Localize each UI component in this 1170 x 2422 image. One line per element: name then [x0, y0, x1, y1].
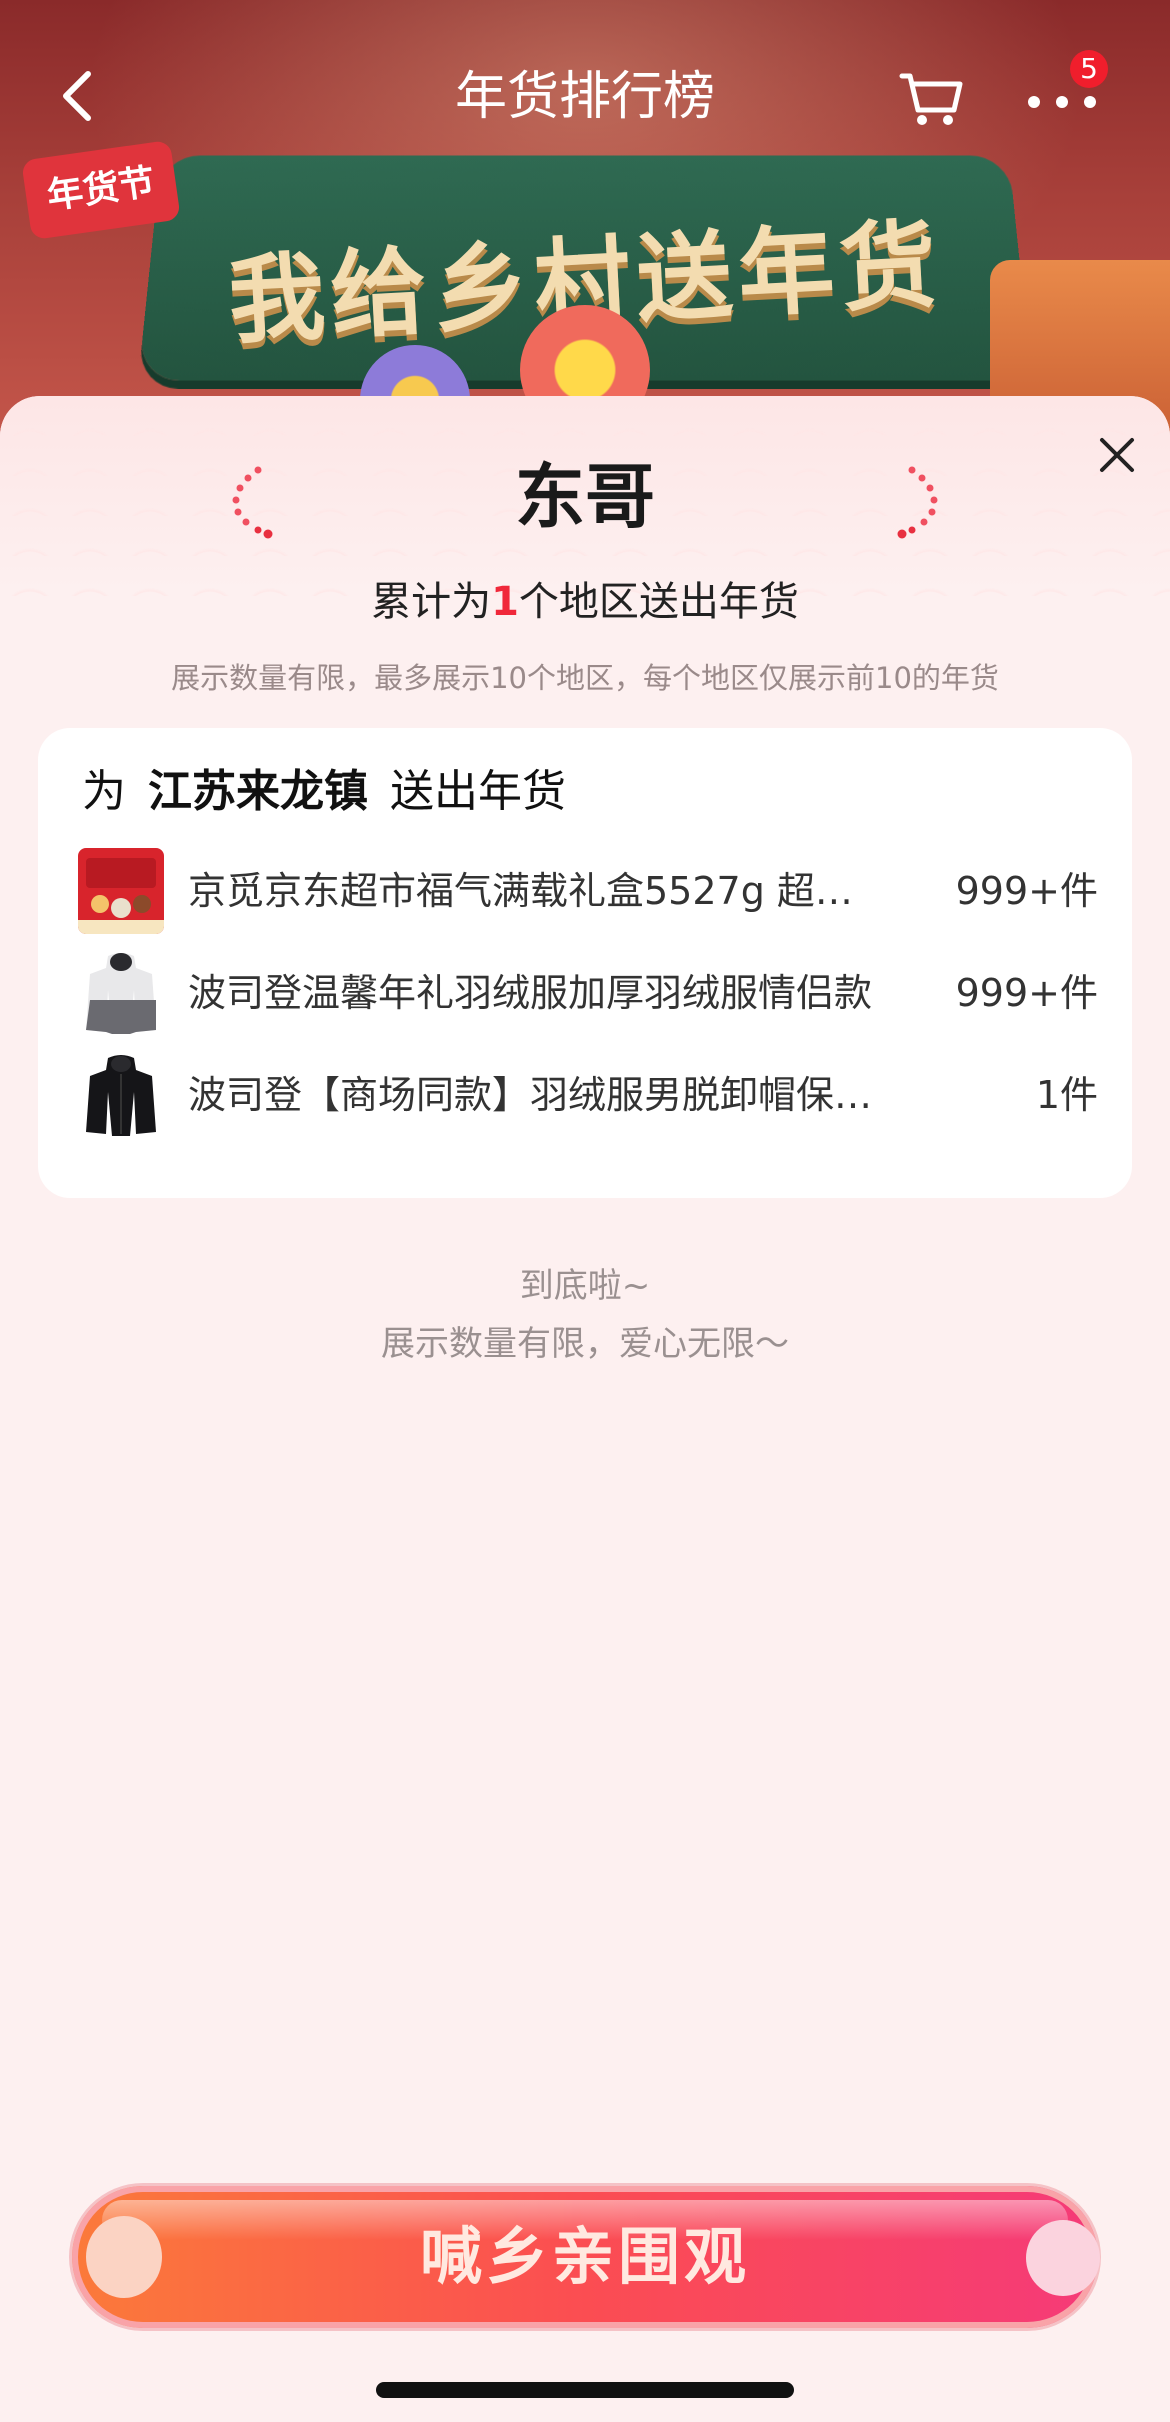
display-limit-note: 展示数量有限，最多展示10个地区，每个地区仅展示前10的年货	[171, 661, 999, 695]
product-name: 京觅京东超市福气满载礼盒5527g 超市年货大礼包	[188, 869, 888, 913]
region-heading: 为 江苏来龙镇 送出年货	[82, 762, 566, 822]
region-suffix: 送出年货	[390, 766, 566, 817]
summary-prefix: 累计为	[371, 579, 492, 625]
product-item[interactable]: 波司登温馨年礼羽绒服加厚羽绒服情侣款 999+件	[78, 950, 1098, 1040]
region-name: 江苏来龙镇	[148, 766, 368, 817]
region-prefix: 为	[82, 766, 126, 817]
product-name: 波司登【商场同款】羽绒服男脱卸帽保暖外套	[188, 1073, 888, 1117]
product-item[interactable]: 波司登【商场同款】羽绒服男脱卸帽保暖外套 1件	[78, 1052, 1098, 1142]
delivery-summary: 累计为1个地区送出年货	[0, 574, 1170, 630]
ranking-sheet: 东哥 累计为1个地区送出年货 展示数量有限，最多展示10个地区，每个地区仅展示前…	[0, 396, 1170, 2422]
page-title: 年货排行榜	[454, 67, 715, 127]
navigation-bar: 年货排行榜 5	[0, 40, 1170, 150]
region-count: 1	[491, 579, 519, 625]
end-of-list-text: 到底啦~	[519, 1266, 651, 1306]
end-of-list-subtext: 展示数量有限，爱心无限～	[381, 1324, 789, 1364]
notification-badge: 5	[1070, 50, 1108, 88]
product-thumbnail	[78, 950, 164, 1036]
region-card: 为 江苏来龙镇 送出年货 京觅京东超市福气满载礼盒5527g 超市年货大礼包 9…	[38, 728, 1132, 1198]
product-thumbnail	[78, 1052, 164, 1138]
laurel-right-icon	[892, 460, 942, 540]
product-item[interactable]: 京觅京东超市福气满载礼盒5527g 超市年货大礼包 999+件	[78, 848, 1098, 938]
invite-button-label: 喊乡亲围观	[419, 2220, 750, 2293]
invite-villagers-button[interactable]: 喊乡亲围观	[72, 2186, 1100, 2328]
home-indicator[interactable]	[376, 2382, 794, 2398]
product-quantity: 999+件	[955, 869, 1098, 913]
product-name: 波司登温馨年礼羽绒服加厚羽绒服情侣款	[188, 971, 873, 1015]
user-name-row: 东哥	[0, 452, 1170, 542]
product-quantity: 999+件	[955, 971, 1098, 1015]
user-name: 东哥	[515, 456, 655, 538]
summary-suffix: 个地区送出年货	[518, 579, 799, 625]
product-thumbnail	[78, 848, 164, 934]
cart-icon[interactable]	[896, 62, 966, 132]
product-quantity: 1件	[1035, 1073, 1098, 1117]
